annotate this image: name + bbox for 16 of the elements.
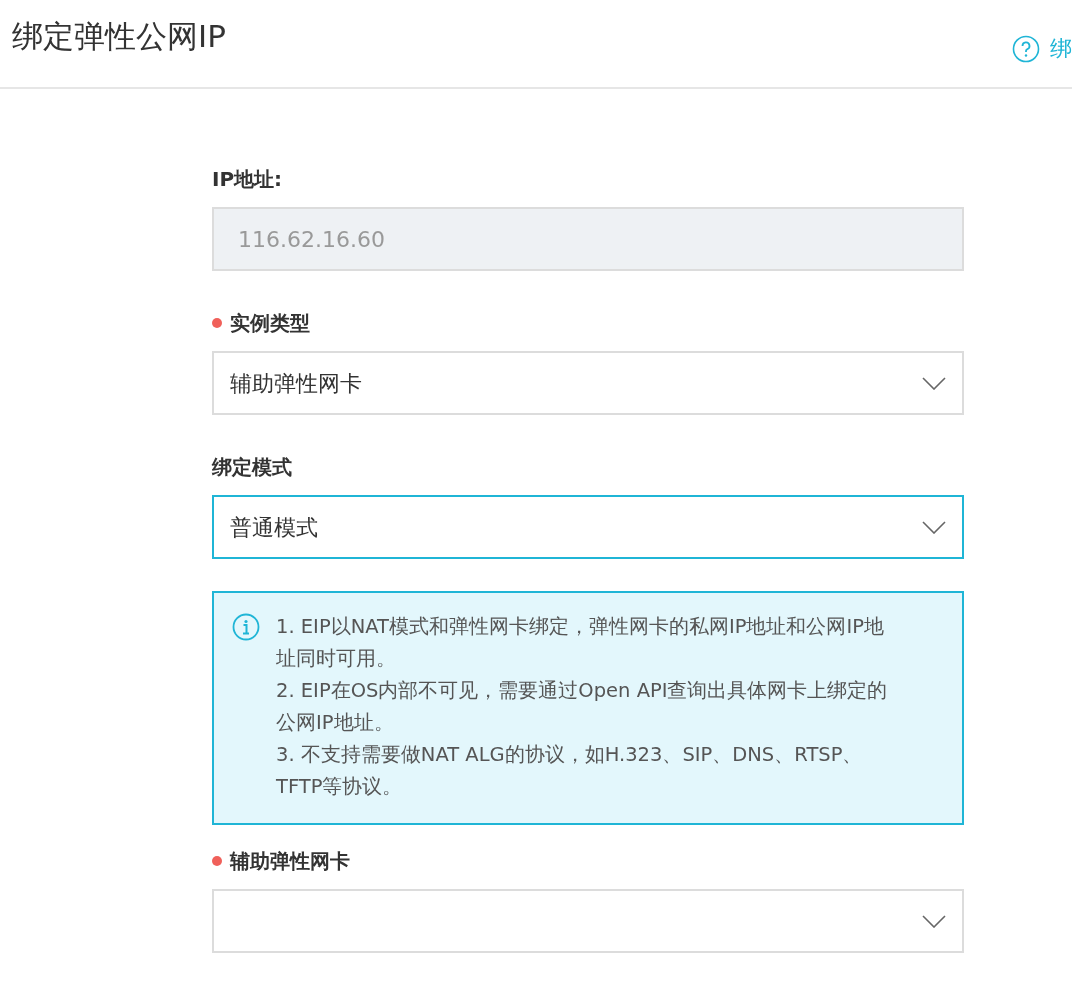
info-icon (232, 613, 260, 641)
field-label: 辅助弹性网卡 (230, 848, 350, 875)
select-dropdown[interactable]: 辅助弹性网卡 (212, 351, 964, 415)
notice-text: 3. 不支持需要做NAT ALG的协议，如H.323、SIP、DNS、RTSP、TFTP等协议。 (276, 742, 864, 800)
help-icon (1012, 34, 1040, 63)
select-dropdown[interactable]: 普通模式 (212, 495, 964, 559)
field-label: 绑定模式 (212, 454, 292, 481)
field-label: 实例类型 (230, 310, 310, 337)
notice-text: 2. EIP在OS内部不可见，需要通过Open API查询出具体网卡上绑定的公网IP地址。 (276, 678, 888, 736)
chevron-down-icon (922, 376, 946, 390)
select-dropdown[interactable] (212, 889, 964, 953)
notice-text: 1. EIP以NAT模式和弹性网卡绑定，弹性网卡的私网IP地址和公网IP地址同时可用。 (276, 614, 885, 672)
page-title: 绑定弹性公网IP (12, 18, 226, 56)
chevron-down-icon (922, 520, 946, 534)
chevron-down-icon (922, 914, 946, 928)
field-label: IP地址: (212, 166, 283, 193)
